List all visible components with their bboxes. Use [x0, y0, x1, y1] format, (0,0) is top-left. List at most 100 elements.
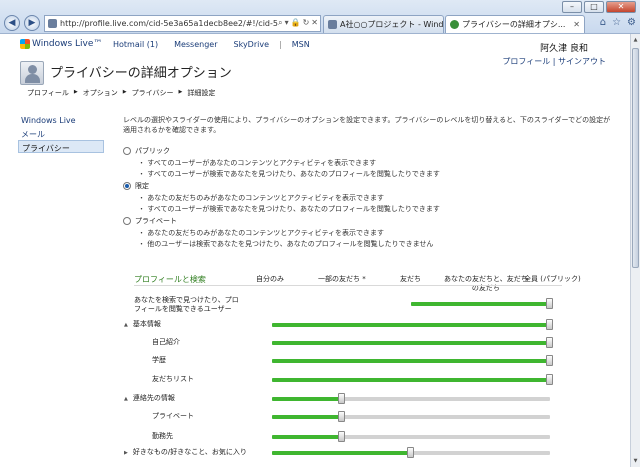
scroll-up-icon[interactable]: ▲	[631, 35, 640, 45]
radio-limited[interactable]	[123, 182, 131, 190]
row-label: 勤務先	[152, 432, 173, 440]
slider-fill	[411, 302, 550, 306]
maximize-button[interactable]: □	[584, 1, 604, 13]
bullet: ・ すべてのユーザーが検索であなたを見つけたり、あなたのプロフィールを閲覧したり…	[138, 205, 440, 213]
nav-hotmail[interactable]: Hotmail (1)	[105, 40, 166, 49]
row-label: あなたを検索で見つけたり、プロフィールを閲覧できるユーザー	[134, 296, 239, 313]
breadcrumb-profile[interactable]: プロフィール	[27, 88, 73, 98]
option-label: プライベート	[135, 217, 177, 225]
divider	[134, 285, 562, 286]
privacy-slider[interactable]	[272, 337, 553, 348]
row-label[interactable]: ▶ 好きなもの/好きなこと、お気に入り	[124, 448, 247, 458]
breadcrumb-arrow-icon: ▶	[73, 89, 78, 95]
slider-fill	[272, 323, 550, 327]
column-header: 自分のみ	[256, 275, 284, 283]
option-private[interactable]: プライベート	[123, 216, 177, 226]
row-label[interactable]: ▲ 連絡先の情報	[124, 394, 175, 404]
privacy-slider[interactable]	[272, 393, 550, 404]
back-button[interactable]: ◀	[4, 15, 20, 31]
privacy-slider[interactable]	[411, 298, 553, 309]
column-header: 全員 (パブリック)	[524, 275, 581, 283]
privacy-slider[interactable]	[272, 319, 553, 330]
breadcrumb-arrow-icon: ▶	[122, 89, 127, 95]
stop-icon[interactable]: ✕	[311, 18, 318, 28]
row-label[interactable]: ▲ 基本情報	[124, 320, 161, 330]
address-tools: ⌕ ▾ 🔒 ↻ ✕	[278, 18, 318, 28]
tab-privacy[interactable]: プライバシーの詳細オプシ... ✕	[445, 15, 585, 33]
dropdown-icon[interactable]: ▾	[285, 18, 289, 28]
slider-fill	[272, 341, 550, 345]
lock-icon[interactable]: 🔒	[291, 18, 301, 28]
windows-live-logo[interactable]: Windows Live™	[20, 39, 102, 49]
windows-live-bar: Windows Live™ Hotmail (1) Messenger SkyD…	[0, 35, 630, 55]
radio-public[interactable]	[123, 147, 131, 155]
privacy-slider[interactable]	[272, 374, 553, 385]
bullet: ・ 他のユーザーは検索であなたを見つけたり、あなたのプロフィールを閲覧したりでき…	[138, 240, 434, 248]
sidebar: Windows Live メール プライバシー	[18, 114, 104, 153]
user-name[interactable]: 阿久津 良和	[540, 41, 588, 54]
scroll-thumb[interactable]	[632, 48, 639, 268]
window-controls: – □ ✕	[562, 1, 636, 13]
gear-icon[interactable]: ⚙	[627, 17, 636, 28]
browser-chrome: – □ ✕ ◀ ▶ http://profile.live.com/cid-5e…	[0, 0, 640, 34]
slider-fill	[272, 435, 342, 439]
sidebar-item-privacy[interactable]: プライバシー	[18, 140, 104, 153]
slider-thumb[interactable]	[407, 447, 414, 458]
expand-toggle-icon[interactable]: ▲	[124, 322, 128, 328]
breadcrumb-options[interactable]: オプション	[83, 88, 122, 98]
slider-thumb[interactable]	[546, 374, 553, 385]
refresh-icon[interactable]: ↻	[303, 18, 310, 28]
breadcrumb-privacy[interactable]: プライバシー	[132, 88, 178, 98]
breadcrumb-arrow-icon: ▶	[178, 89, 183, 95]
option-limited[interactable]: 限定	[123, 181, 149, 191]
nav-msn[interactable]: MSN	[284, 40, 318, 49]
page-title: プライバシーの詳細オプション	[50, 66, 232, 81]
tab-project[interactable]: A社○○プロジェクト - Wind...	[323, 15, 444, 33]
expand-toggle-icon[interactable]: ▶	[124, 450, 128, 456]
option-public[interactable]: パブリック	[123, 146, 170, 156]
slider-thumb[interactable]	[337, 431, 345, 442]
tab-close-icon[interactable]: ✕	[573, 20, 580, 29]
sidebar-item-windows-live[interactable]: Windows Live	[18, 114, 104, 127]
address-text: http://profile.live.com/cid-5e3a65a1decb…	[60, 19, 298, 28]
vertical-scrollbar[interactable]: ▲ ▼	[630, 34, 640, 467]
column-header[interactable]: 一部の友だち *	[318, 275, 366, 284]
option-label: パブリック	[135, 147, 170, 155]
option-label: 限定	[135, 182, 149, 190]
expand-toggle-icon[interactable]: ▲	[124, 396, 128, 402]
slider-thumb[interactable]	[546, 298, 553, 309]
scroll-down-icon[interactable]: ▼	[631, 456, 640, 466]
search-icon[interactable]: ⌕	[278, 18, 282, 28]
privacy-slider[interactable]	[272, 355, 553, 366]
slider-thumb[interactable]	[546, 337, 553, 348]
tab-label: A社○○プロジェクト - Wind...	[340, 20, 444, 29]
bullet: ・ すべてのユーザーがあなたのコンテンツとアクティビティを表示できます	[138, 159, 377, 167]
nav-messenger[interactable]: Messenger	[166, 40, 225, 49]
slider-thumb[interactable]	[337, 411, 345, 422]
windows-flag-icon	[20, 39, 30, 49]
favorites-icon[interactable]: ☆	[612, 17, 621, 28]
section-title: プロフィールと検索	[134, 275, 206, 284]
row-label: プライベート	[152, 412, 194, 420]
privacy-slider[interactable]	[272, 431, 550, 442]
close-button[interactable]: ✕	[606, 1, 636, 13]
bullet: ・ あなたの友だちのみがあなたのコンテンツとアクティビティを表示できます	[138, 229, 385, 237]
privacy-slider[interactable]	[272, 411, 550, 422]
nav-separator: |	[279, 40, 282, 49]
forward-button[interactable]: ▶	[24, 15, 40, 31]
slider-thumb[interactable]	[546, 319, 553, 330]
tab-favicon	[450, 20, 459, 29]
slider-thumb[interactable]	[337, 393, 345, 404]
slider-fill	[272, 359, 550, 363]
breadcrumb-advanced: 詳細設定	[187, 89, 216, 97]
slider-thumb[interactable]	[546, 355, 553, 366]
radio-private[interactable]	[123, 217, 131, 225]
user-menu[interactable]: プロフィール | サインアウト	[502, 56, 606, 67]
brand-text: Windows Live™	[32, 39, 103, 49]
sidebar-item-mail[interactable]: メール	[18, 127, 104, 140]
nav-skydrive[interactable]: SkyDrive	[226, 40, 278, 49]
home-icon[interactable]: ⌂	[600, 17, 606, 28]
address-bar[interactable]: http://profile.live.com/cid-5e3a65a1decb…	[44, 15, 321, 32]
minimize-button[interactable]: –	[562, 1, 582, 13]
privacy-slider[interactable]	[272, 447, 550, 458]
